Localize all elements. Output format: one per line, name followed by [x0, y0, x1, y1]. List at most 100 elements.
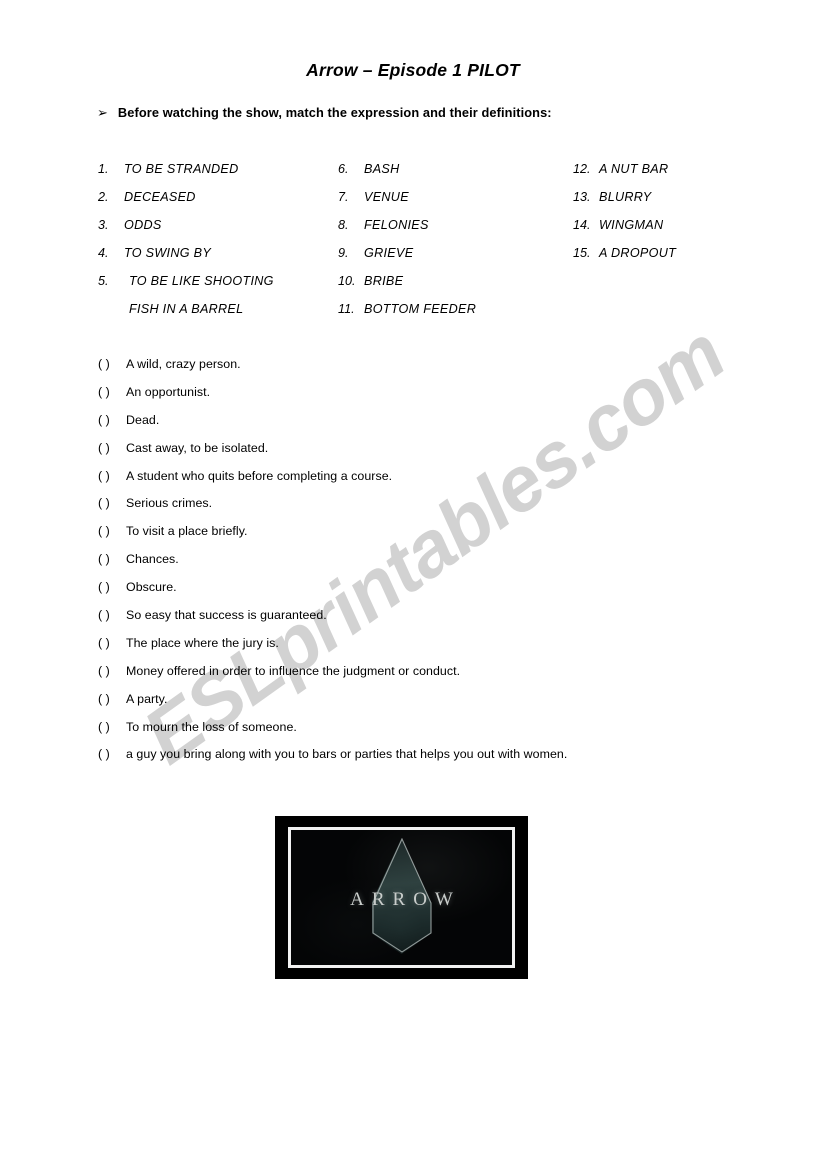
answer-blank[interactable]: ( ) — [98, 664, 126, 678]
definition-text: So easy that success is guaranteed. — [126, 608, 327, 623]
vocabulary-item: 4. TO SWING BY — [98, 246, 328, 274]
definition-text: To mourn the loss of someone. — [126, 719, 297, 734]
vocabulary-label: TO BE STRANDED — [124, 162, 239, 176]
vocabulary-label: TO SWING BY — [124, 246, 212, 260]
vocabulary-label: BLURRY — [599, 190, 652, 204]
vocabulary-number: 9. — [338, 246, 349, 260]
vocabulary-label: FELONIES — [364, 218, 429, 232]
vocabulary-item: 7. VENUE — [338, 190, 553, 218]
definition-text: To visit a place briefly. — [126, 524, 248, 539]
definition-row: ( ) Obscure. — [98, 580, 758, 608]
definition-row: ( ) A party. — [98, 692, 758, 720]
definition-row: ( ) The place where the jury is. — [98, 636, 758, 664]
definition-row: ( ) An opportunist. — [98, 385, 758, 413]
definition-text: A wild, crazy person. — [126, 357, 241, 371]
answer-blank[interactable]: ( ) — [98, 385, 126, 399]
vocabulary-label: A NUT BAR — [599, 162, 669, 176]
vocabulary-item: 2. DECEASED — [98, 190, 328, 218]
answer-blank[interactable]: ( ) — [98, 720, 126, 734]
definition-row: ( ) To visit a place briefly. — [98, 524, 758, 552]
answer-blank[interactable]: ( ) — [98, 747, 126, 761]
definition-row: ( ) Dead. — [98, 413, 758, 441]
arrow-bullet-icon: ➢ — [97, 106, 108, 121]
vocabulary-label: ODDS — [124, 218, 162, 232]
vocabulary-number: 6. — [338, 162, 349, 176]
vocabulary-number: 13. — [573, 190, 591, 204]
definition-text: Cast away, to be isolated. — [126, 440, 269, 455]
definition-row: ( ) To mourn the loss of someone. — [98, 720, 758, 748]
vocabulary-item: 12. A NUT BAR — [573, 162, 788, 190]
answer-blank[interactable]: ( ) — [98, 580, 126, 594]
definition-text: a guy you bring along with you to bars o… — [126, 747, 568, 762]
vocabulary-item: 15. A DROPOUT — [573, 246, 788, 274]
arrow-title-card-image: ARROW — [275, 816, 528, 979]
vocabulary-item: 13. BLURRY — [573, 190, 788, 218]
vocabulary-item: 6. BASH — [338, 162, 553, 190]
vocabulary-item: 3. ODDS — [98, 218, 328, 246]
vocabulary-number: 3. — [98, 218, 109, 232]
vocabulary-column-1: 1. TO BE STRANDED 2. DECEASED 3. ODDS 4.… — [98, 162, 328, 330]
vocabulary-label: DECEASED — [124, 190, 196, 204]
vocabulary-item: 10. BRIBE — [338, 274, 553, 302]
vocabulary-item: 5. TO BE LIKE SHOOTING — [98, 274, 328, 302]
definition-row: ( ) Chances. — [98, 552, 758, 580]
definition-text: A student who quits before completing a … — [126, 468, 393, 483]
vocabulary-number: 8. — [338, 218, 349, 232]
definition-text: Chances. — [126, 552, 179, 567]
vocabulary-item: 11. BOTTOM FEEDER — [338, 302, 553, 330]
definition-row: ( ) Money offered in order to influence … — [98, 664, 758, 692]
definition-row: ( ) A student who quits before completin… — [98, 469, 758, 497]
answer-blank[interactable]: ( ) — [98, 524, 126, 538]
vocabulary-number: 7. — [338, 190, 349, 204]
definition-row: ( ) A wild, crazy person. — [98, 357, 758, 385]
definition-text: Obscure. — [126, 580, 177, 595]
answer-blank[interactable]: ( ) — [98, 413, 126, 427]
instruction-row: ➢ Before watching the show, match the ex… — [97, 105, 552, 120]
vocabulary-label: BRIBE — [364, 274, 404, 288]
vocabulary-label: WINGMAN — [599, 218, 664, 232]
answer-blank[interactable]: ( ) — [98, 608, 126, 622]
vocabulary-column-2: 6. BASH 7. VENUE 8. FELONIES 9. GRIEVE 1… — [338, 162, 553, 330]
worksheet-content: Arrow – Episode 1 PILOT ➢ Before watchin… — [0, 0, 826, 1169]
vocabulary-item: 8. FELONIES — [338, 218, 553, 246]
vocabulary-item: 9. GRIEVE — [338, 246, 553, 274]
arrow-wordmark-text: ARROW — [350, 889, 461, 910]
page-title: Arrow – Episode 1 PILOT — [306, 60, 520, 80]
instruction-text: Before watching the show, match the expr… — [117, 105, 552, 120]
definition-row: ( ) Serious crimes. — [98, 496, 758, 524]
definition-text: Serious crimes. — [126, 496, 213, 511]
answer-blank[interactable]: ( ) — [98, 441, 126, 455]
answer-blank[interactable]: ( ) — [98, 357, 126, 371]
vocabulary-number: 14. — [573, 218, 591, 232]
image-inner-frame: ARROW — [288, 827, 515, 968]
vocabulary-column-3: 12. A NUT BAR 13. BLURRY 14. WINGMAN 15.… — [573, 162, 788, 274]
vocabulary-item: 1. TO BE STRANDED — [98, 162, 328, 190]
answer-blank[interactable]: ( ) — [98, 496, 126, 510]
vocabulary-label: BOTTOM FEEDER — [364, 302, 477, 316]
answer-blank[interactable]: ( ) — [98, 552, 126, 566]
vocabulary-number: 11. — [338, 302, 355, 316]
definition-text: Money offered in order to influence the … — [126, 663, 461, 678]
vocabulary-label: VENUE — [364, 190, 409, 204]
vocabulary-number: 10. — [338, 274, 356, 288]
vocabulary-label: GRIEVE — [364, 246, 414, 260]
vocabulary-number: 5. — [98, 274, 109, 288]
definition-row: ( ) So easy that success is guaranteed. — [98, 608, 758, 636]
definition-text: An opportunist. — [126, 384, 211, 399]
definition-text: A party. — [126, 691, 168, 706]
definition-text: The place where the jury is. — [126, 635, 279, 650]
answer-blank[interactable]: ( ) — [98, 469, 126, 483]
vocabulary-number: 4. — [98, 246, 109, 260]
vocabulary-label: TO BE LIKE SHOOTING — [129, 274, 274, 288]
vocabulary-item: 14. WINGMAN — [573, 218, 788, 246]
vocabulary-label-continuation: FISH IN A BARREL — [129, 302, 244, 316]
vocabulary-label: A DROPOUT — [599, 246, 677, 260]
answer-blank[interactable]: ( ) — [98, 692, 126, 706]
vocabulary-number: 12. — [573, 162, 591, 176]
definitions-list: ( ) A wild, crazy person. ( ) An opportu… — [98, 357, 758, 775]
vocabulary-number: 2. — [98, 190, 109, 204]
worksheet-page: ESLprintables.com Arrow – Episode 1 PILO… — [0, 0, 826, 1169]
vocabulary-label: BASH — [364, 162, 400, 176]
definition-row: ( ) Cast away, to be isolated. — [98, 441, 758, 469]
answer-blank[interactable]: ( ) — [98, 636, 126, 650]
